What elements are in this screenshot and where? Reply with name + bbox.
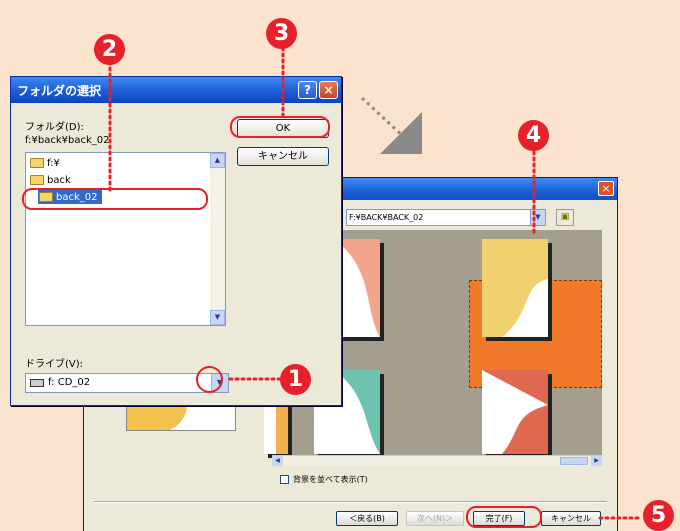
callout-badge-1: 1 [280, 364, 311, 395]
callout-badge-5: 5 [643, 500, 674, 531]
callout-badge-2: 2 [94, 34, 125, 65]
callout-badge-3: 3 [266, 18, 297, 49]
callout-badge-4: 4 [518, 120, 549, 151]
callout-ring-drive [196, 366, 223, 393]
callout-ring-folder [22, 188, 208, 210]
callout-ring-ok [230, 116, 330, 138]
callout-ring-finish [466, 506, 542, 528]
callout-overlay [108, 46, 642, 520]
